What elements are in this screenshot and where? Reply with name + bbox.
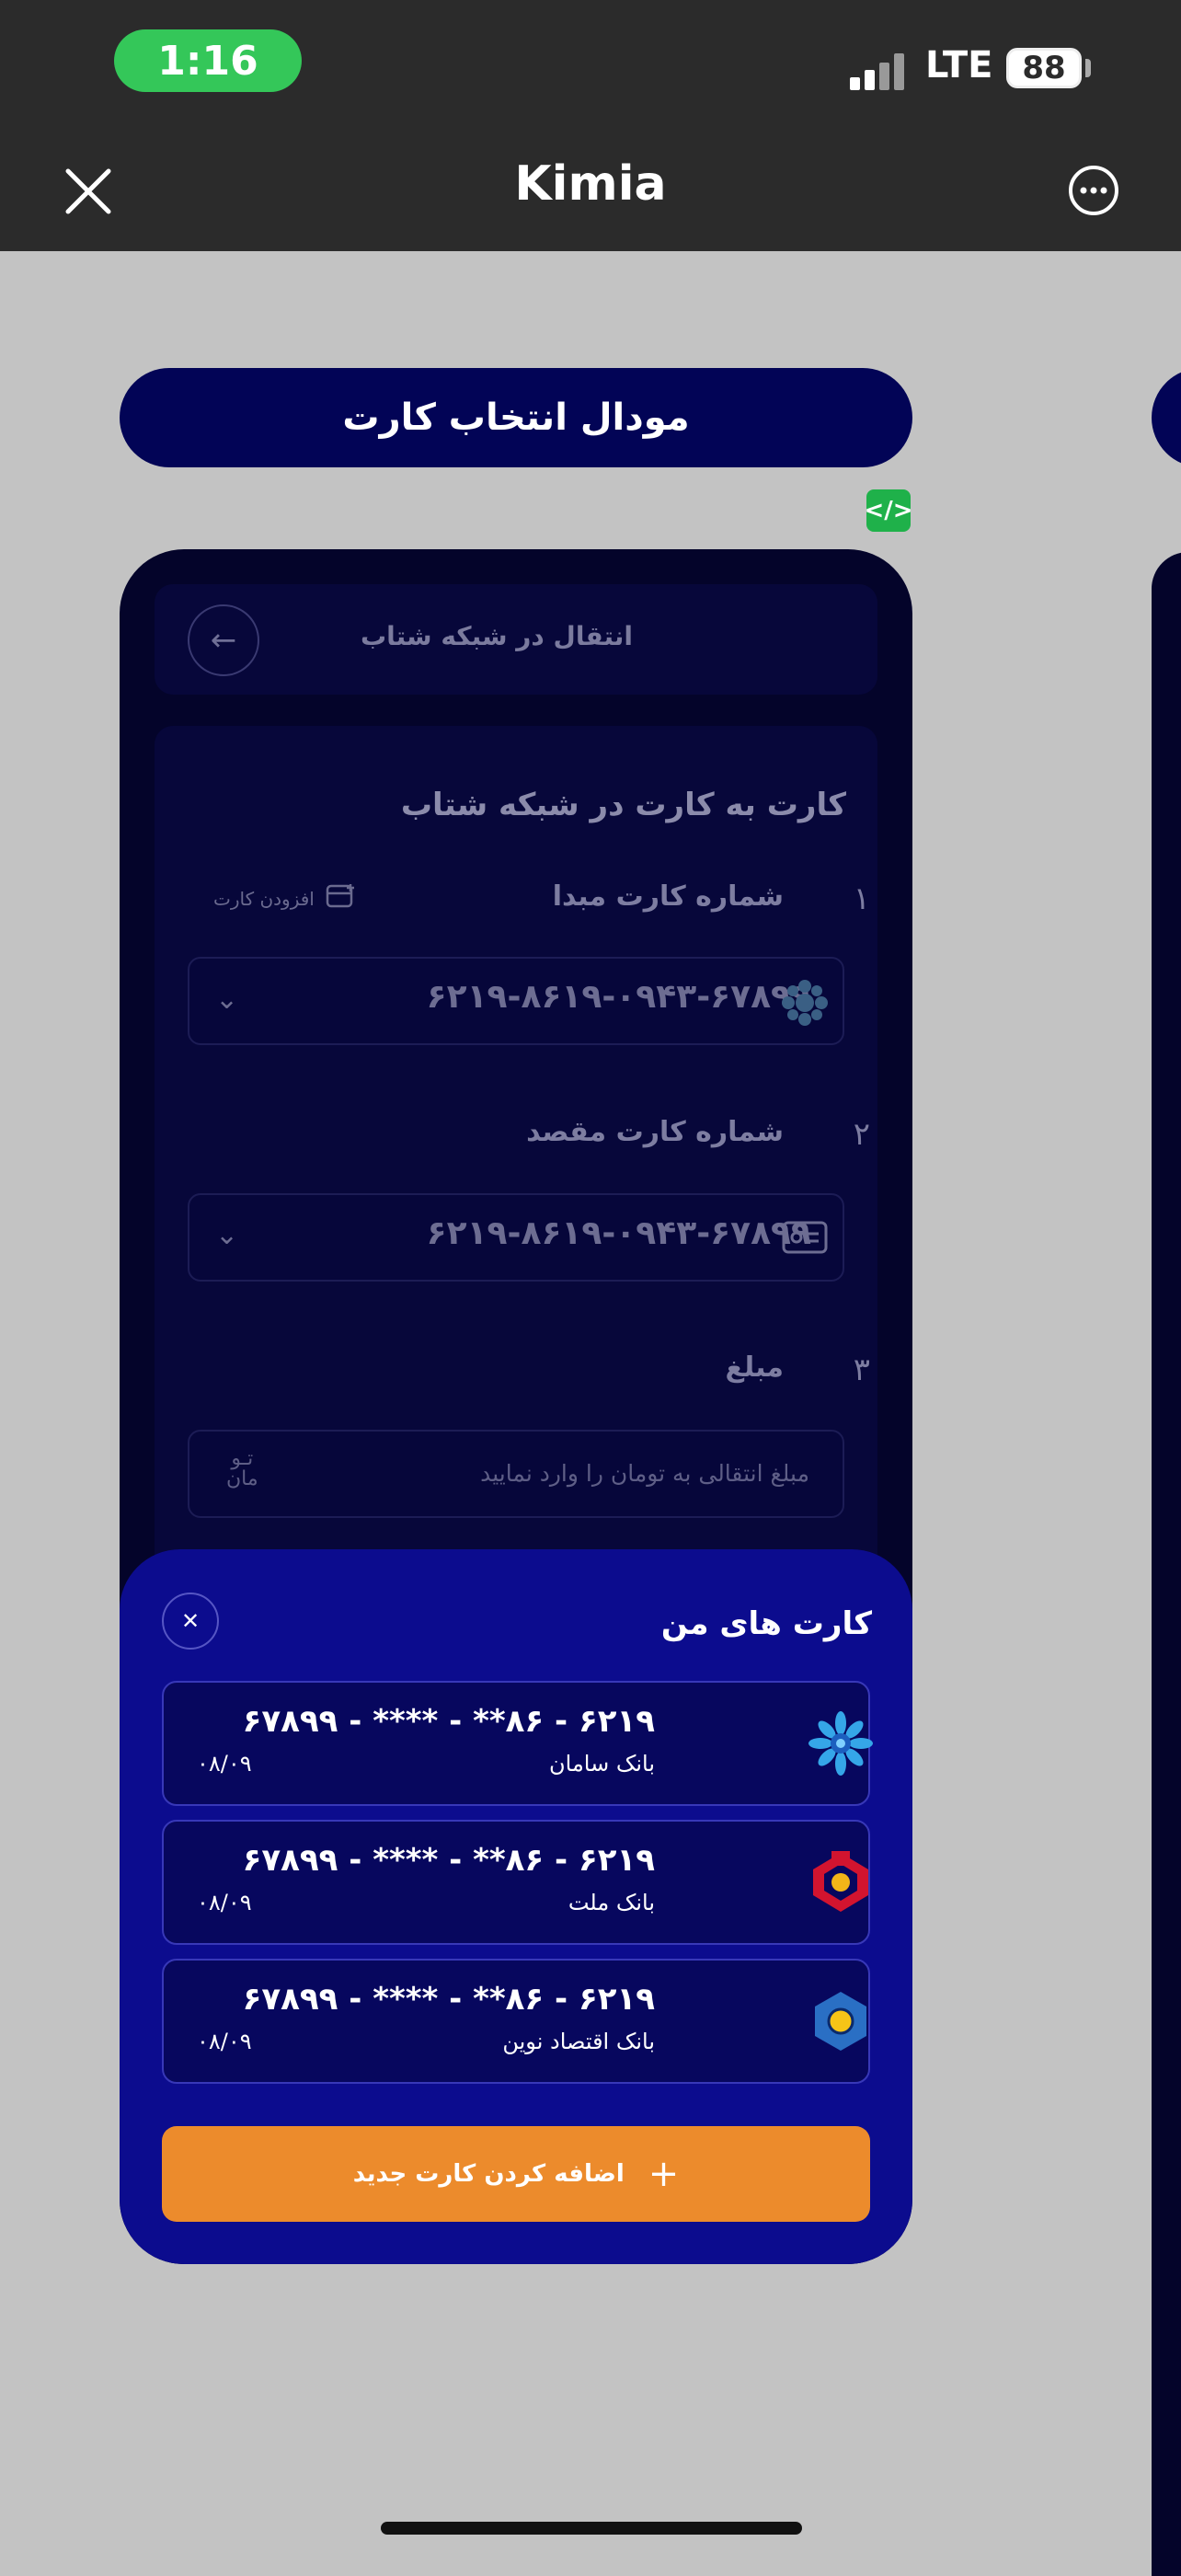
card-expiry: ۰۸/۰۹ — [197, 1890, 252, 1915]
card-expiry: ۰۸/۰۹ — [197, 1751, 252, 1777]
card-expiry: ۰۸/۰۹ — [197, 2029, 252, 2054]
saman-logo-icon — [780, 978, 830, 1028]
card-number: ۶۲۱۹ - ۸۶** - **** - ۶۷۸۹۹ — [242, 1703, 655, 1740]
mellat-logo-icon — [808, 1849, 874, 1915]
step-number: ۱ — [853, 880, 870, 917]
phone-frame: ← انتقال در شبکه شتاب کارت به کارت در شب… — [120, 549, 912, 2264]
more-options-icon[interactable] — [1067, 164, 1120, 217]
step-label-destination-card: شماره کارت مقصد — [526, 1116, 784, 1148]
chevron-down-icon: ⌄ — [215, 983, 239, 1016]
step-number: ۲ — [853, 1116, 870, 1153]
card-item-mellat[interactable] — [162, 1820, 870, 1945]
phone-header-title: انتقال در شبکه شتاب — [360, 621, 634, 651]
step-label-source-card: شماره کارت مبدا — [552, 880, 784, 913]
network-type: LTE — [925, 44, 993, 86]
form-title: کارت به کارت در شبکه شتاب — [400, 787, 846, 823]
source-card-value: ۶۲۱۹-۸۶۱۹-۰۹۴۳-۶۷۸۹۹ — [426, 978, 811, 1016]
toman-unit: تـو مان — [226, 1447, 258, 1490]
back-arrow-icon[interactable]: ← — [188, 604, 259, 676]
destination-card-value: ۶۲۱۹-۸۶۱۹-۰۹۴۳-۶۷۸۹۹ — [426, 1214, 811, 1252]
add-new-card-label: اضافه کردن کارت جدید — [352, 2160, 625, 2188]
next-section-pill — [1152, 368, 1181, 467]
add-card-link[interactable]: افزودن کارت — [213, 882, 357, 914]
plus-icon: + — [648, 2153, 680, 2195]
card-item-saman[interactable] — [162, 1681, 870, 1806]
bank-name: بانک ملت — [568, 1890, 655, 1915]
status-time: 1:16 — [114, 29, 302, 92]
app-title: Kimia — [514, 156, 667, 212]
add-card-label: افزودن کارت — [213, 887, 315, 910]
code-icon[interactable]: </> — [864, 489, 913, 532]
add-card-icon — [326, 882, 357, 914]
battery-icon: 88 — [1006, 48, 1082, 88]
section-title: مودال انتخاب کارت — [120, 368, 912, 467]
close-icon[interactable]: ✕ — [162, 1593, 219, 1650]
bank-name: بانک سامان — [549, 1751, 655, 1777]
signal-icon — [850, 48, 909, 90]
step-label-amount: مبلغ — [725, 1351, 784, 1384]
card-icon — [782, 1219, 828, 1256]
battery-tip — [1085, 59, 1091, 77]
chevron-down-icon: ⌄ — [215, 1219, 239, 1251]
step-number: ۳ — [853, 1351, 870, 1388]
card-number: ۶۲۱۹ - ۸۶** - **** - ۶۷۸۹۹ — [242, 1981, 655, 2018]
card-item-eghtesad-novin[interactable] — [162, 1959, 870, 2084]
bank-name: بانک اقتصاد نوین — [502, 2029, 655, 2054]
add-new-card-button[interactable]: + اضافه کردن کارت جدید — [162, 2126, 870, 2222]
eghtesad-novin-logo-icon — [808, 1988, 874, 2054]
saman-logo-icon — [808, 1710, 874, 1777]
amount-placeholder: مبلغ انتقالی به تومان را وارد نمایید — [480, 1460, 809, 1487]
next-phone-frame — [1152, 552, 1181, 2576]
home-indicator[interactable] — [381, 2522, 802, 2535]
card-number: ۶۲۱۹ - ۸۶** - **** - ۶۷۸۹۹ — [242, 1842, 655, 1879]
sheet-title: کارت های من — [660, 1605, 872, 1642]
